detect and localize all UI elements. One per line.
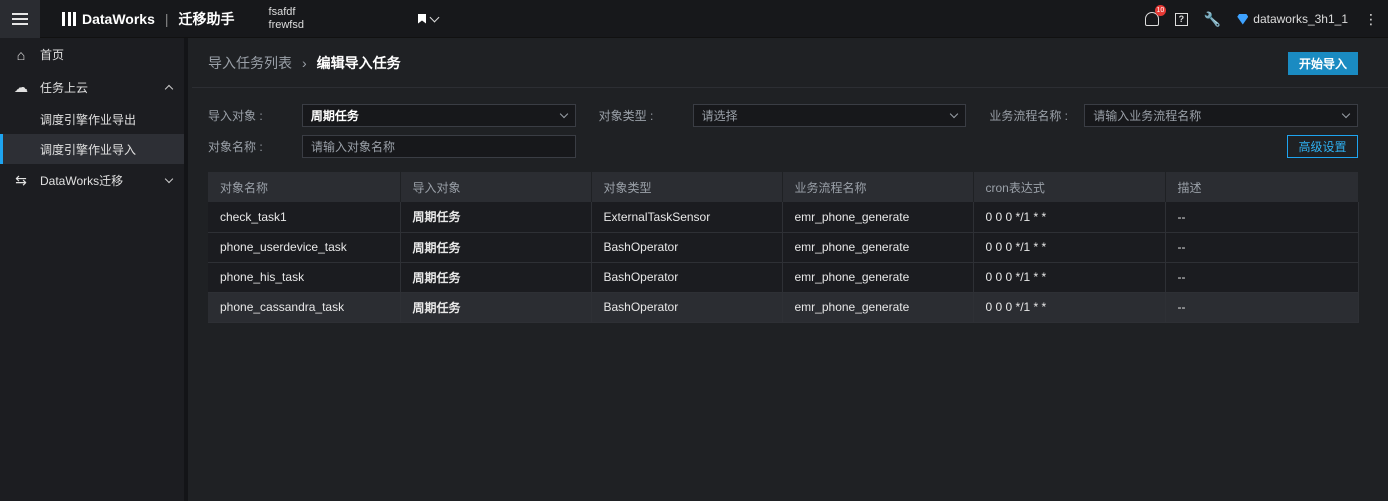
sidebar-item-task-cloud[interactable]: ☁ 任务上云 [0, 71, 184, 104]
brand-name: DataWorks [82, 10, 155, 27]
column-header: 业务流程名称 [782, 172, 974, 202]
cell-object-name: phone_userdevice_task [208, 232, 401, 263]
flow-name-select[interactable]: 请输入业务流程名称 [1084, 103, 1359, 127]
cell-import-object: 周期任务 [400, 292, 592, 323]
breadcrumb: 导入任务列表 › 编辑导入任务 [192, 38, 1388, 88]
cell-import-object: 周期任务 [400, 262, 592, 293]
user-name: dataworks_3h1_1 [1253, 12, 1348, 26]
flow-name-placeholder: 请输入业务流程名称 [1093, 108, 1202, 123]
cell-object-type: BashOperator [591, 262, 783, 293]
cell-description: -- [1165, 262, 1359, 293]
workspace-selector[interactable]: fsafdf frewfsd [269, 6, 304, 32]
main-content: 导入任务列表 › 编辑导入任务 开始导入 导入对象 : 周期任务 对象类型 : … [192, 38, 1388, 501]
cell-description: -- [1165, 202, 1359, 233]
cell-object-type: ExternalTaskSensor [591, 202, 783, 233]
cell-flow-name: emr_phone_generate [782, 232, 974, 263]
table-row[interactable]: phone_userdevice_task 周期任务 BashOperator … [208, 232, 1359, 263]
import-object-value: 周期任务 [310, 108, 359, 123]
app-title: 迁移助手 [178, 10, 235, 27]
sidebar-item-label: DataWorks迁移 [40, 174, 124, 188]
chevron-up-icon [164, 84, 174, 94]
cell-flow-name: emr_phone_generate [782, 202, 974, 233]
sidebar-item-migration[interactable]: ⇆ DataWorks迁移 [0, 164, 184, 197]
sidebar-item-label: 任务上云 [40, 81, 89, 95]
migration-icon: ⇆ [15, 172, 27, 188]
home-icon: ⌂ [16, 46, 26, 63]
task-table: 对象名称 导入对象 对象类型 业务流程名称 cron表达式 描述 check_t… [208, 172, 1359, 323]
cell-cron: 0 0 0 */1 * * [973, 232, 1166, 263]
cell-object-name: phone_cassandra_task [208, 292, 401, 323]
object-name-placeholder: 请输入对象名称 [311, 139, 396, 154]
chevron-down-icon [1341, 109, 1351, 118]
table-row[interactable]: phone_his_task 周期任务 BashOperator emr_pho… [208, 262, 1359, 293]
object-type-label: 对象类型 : [598, 108, 654, 123]
cell-cron: 0 0 0 */1 * * [973, 292, 1166, 323]
column-header: 对象名称 [208, 172, 401, 202]
cell-description: -- [1165, 232, 1359, 263]
cell-description: -- [1165, 292, 1359, 323]
sidebar-item-label: 首页 [40, 48, 65, 62]
import-object-label: 导入对象 : [208, 108, 263, 123]
cell-object-type: BashOperator [591, 292, 783, 323]
diamond-icon [1237, 13, 1249, 25]
column-header: 描述 [1165, 172, 1359, 202]
table-header-row: 对象名称 导入对象 对象类型 业务流程名称 cron表达式 描述 [208, 172, 1359, 202]
more-vertical-icon[interactable]: ⋮ [1364, 11, 1378, 28]
workspace-line2: frewfsd [268, 18, 304, 31]
dataworks-logo-icon [62, 11, 76, 26]
column-header: 对象类型 [591, 172, 783, 202]
sidebar-item-export[interactable]: 调度引擎作业导出 [0, 104, 184, 134]
breadcrumb-parent[interactable]: 导入任务列表 [208, 53, 292, 73]
bookmark-dropdown[interactable] [418, 12, 440, 24]
sidebar-item-import[interactable]: 调度引擎作业导入 [0, 134, 184, 164]
object-type-select[interactable]: 请选择 [692, 103, 967, 127]
table-row[interactable]: check_task1 周期任务 ExternalTaskSensor emr_… [208, 202, 1359, 233]
workspace-line1: fsafdf [268, 5, 296, 18]
brand[interactable]: DataWorks | 迁移助手 [62, 9, 235, 29]
import-object-select[interactable]: 周期任务 [301, 103, 576, 127]
cell-import-object: 周期任务 [400, 202, 592, 233]
cell-flow-name: emr_phone_generate [782, 292, 974, 323]
hamburger-menu-icon[interactable] [0, 0, 40, 38]
cell-object-name: phone_his_task [208, 262, 401, 293]
object-name-input[interactable]: 请输入对象名称 [302, 134, 576, 158]
sidebar-item-home[interactable]: ⌂ 首页 [0, 38, 184, 71]
advanced-settings-button[interactable]: 高级设置 [1287, 135, 1358, 158]
cell-import-object: 周期任务 [400, 232, 592, 263]
cell-object-name: check_task1 [208, 202, 401, 233]
user-menu[interactable]: dataworks_3h1_1 [1237, 12, 1348, 26]
object-name-label: 对象名称 : [208, 139, 263, 154]
brand-separator: | [164, 10, 169, 27]
cloud-upload-icon: ☁ [14, 79, 28, 95]
cell-cron: 0 0 0 */1 * * [973, 262, 1166, 293]
notification-badge: 10 [1154, 5, 1166, 16]
top-bar: DataWorks | 迁移助手 fsafdf frewfsd 10 ? 🔧 d… [0, 0, 1388, 38]
cell-object-type: BashOperator [591, 232, 783, 263]
wrench-icon[interactable]: 🔧 [1204, 11, 1221, 28]
sidebar: ⌂ 首页 ☁ 任务上云 调度引擎作业导出 调度引擎作业导入 ⇆ DataWork… [0, 38, 188, 501]
table-row[interactable]: phone_cassandra_task 周期任务 BashOperator e… [208, 292, 1359, 323]
chevron-down-icon [429, 12, 440, 22]
cell-cron: 0 0 0 */1 * * [973, 202, 1166, 233]
help-icon[interactable]: ? [1174, 12, 1188, 26]
flow-name-label: 业务流程名称 : [989, 108, 1069, 123]
object-type-placeholder: 请选择 [701, 108, 738, 123]
bookmark-icon [418, 13, 426, 24]
column-header: 导入对象 [400, 172, 592, 202]
column-header: cron表达式 [973, 172, 1166, 202]
sidebar-item-label: 调度引擎作业导入 [40, 142, 137, 157]
breadcrumb-separator: › [302, 54, 307, 71]
filter-panel: 导入对象 : 周期任务 对象类型 : 请选择 业务流程名称 : 请输入业务流程名… [208, 103, 1359, 165]
page-title: 编辑导入任务 [316, 54, 401, 71]
bell-icon[interactable]: 10 [1144, 5, 1166, 26]
sidebar-item-label: 调度引擎作业导出 [40, 112, 137, 127]
cell-flow-name: emr_phone_generate [782, 262, 974, 293]
start-import-button[interactable]: 开始导入 [1288, 52, 1358, 75]
chevron-down-icon [559, 109, 568, 118]
chevron-down-icon [164, 174, 174, 184]
chevron-down-icon [950, 109, 959, 118]
